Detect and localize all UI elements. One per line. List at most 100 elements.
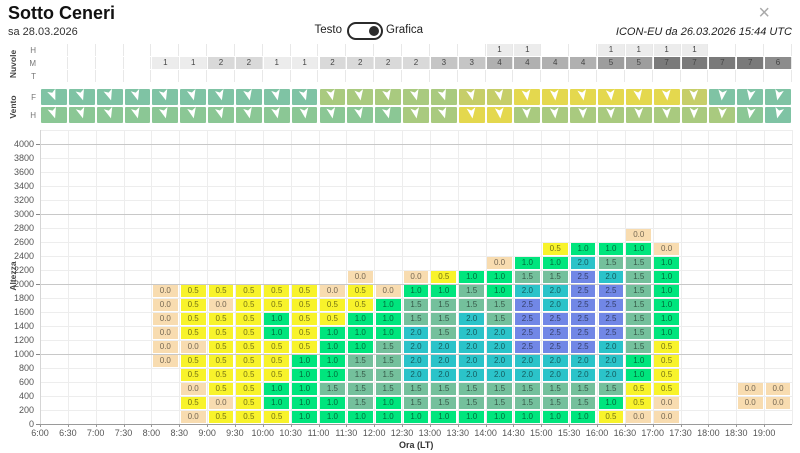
- wind-arrow-icon: [74, 105, 89, 125]
- cloud-cell-empty: [40, 57, 68, 69]
- thermal-cell: 1.5: [459, 397, 484, 409]
- y-tick-label: 3000: [0, 209, 34, 219]
- toggle-label-grafica[interactable]: Grafica: [386, 24, 423, 36]
- thermal-cell: 1.0: [543, 411, 568, 423]
- thermal-cell: 2.5: [571, 299, 596, 311]
- thermal-cell: 0.0: [654, 397, 679, 409]
- thermal-cell: 1.5: [543, 383, 568, 395]
- thermal-cell: 0.5: [181, 397, 206, 409]
- thermal-cell: 0.0: [376, 285, 401, 297]
- close-icon[interactable]: ×: [758, 4, 770, 22]
- cloud-cell: 1: [487, 44, 513, 56]
- cloud-cell-empty: [263, 70, 291, 82]
- y-tick-label: 2400: [0, 251, 34, 261]
- cloud-cell-empty: [374, 70, 402, 82]
- thermal-cell: 1.5: [404, 383, 429, 395]
- thermal-cell: 2.0: [459, 369, 484, 381]
- wind-arrow-cell: [598, 107, 624, 123]
- thermal-cell: 2.0: [459, 341, 484, 353]
- wind-arrow-cell: [570, 107, 596, 123]
- cloud-cell-empty: [541, 70, 569, 82]
- thermal-cell: 0.0: [153, 355, 178, 367]
- grid-vline: [96, 130, 97, 424]
- thermal-cell: 1.5: [404, 397, 429, 409]
- thermal-cell: 2.5: [515, 299, 540, 311]
- testo-grafica-toggle[interactable]: [347, 22, 383, 40]
- wind-arrow-cell: [69, 89, 95, 105]
- cloud-cell-empty: [486, 70, 514, 82]
- wind-arrow-cell: [765, 107, 791, 123]
- toggle-label-testo[interactable]: Testo: [300, 24, 342, 36]
- thermal-cell: 0.0: [209, 397, 234, 409]
- thermal-cell: 2.0: [404, 355, 429, 367]
- cloud-cell-empty: [207, 70, 235, 82]
- thermal-cell: 0.5: [292, 313, 317, 325]
- wind-arrow-cell: [709, 107, 735, 123]
- thermal-cell: 1.5: [376, 369, 401, 381]
- cloud-cell: 4: [487, 57, 513, 69]
- cloud-cell-empty: [430, 70, 458, 82]
- wind-arrow-icon: [605, 88, 617, 107]
- cloud-cell-empty: [653, 70, 681, 82]
- wind-arrow-icon: [744, 87, 757, 106]
- thermal-cell: 2.5: [599, 327, 624, 339]
- wind-arrow-cell: [69, 107, 95, 123]
- cloud-cell-empty: [124, 57, 152, 69]
- cloud-cell-empty: [541, 44, 569, 56]
- wind-arrow-cell: [180, 89, 206, 105]
- wind-arrow-icon: [632, 87, 645, 106]
- thermal-cell: 1.5: [626, 271, 651, 283]
- grid-vline: [792, 130, 793, 424]
- wind-arrow-icon: [521, 87, 533, 106]
- grid-hline: [40, 242, 792, 243]
- cloud-cell-empty: [513, 70, 541, 82]
- x-tick-mark: [653, 424, 654, 427]
- wind-arrow-cell: [320, 107, 346, 123]
- thermal-cell: 1.5: [487, 299, 512, 311]
- thermal-cell: 1.5: [431, 327, 456, 339]
- y-tick-label: 2000: [0, 279, 34, 289]
- thermal-cell: 1.0: [654, 299, 679, 311]
- thermal-cell: 1.5: [599, 383, 624, 395]
- wind-arrow-icon: [409, 105, 422, 124]
- thermal-cell: 0.5: [292, 341, 317, 353]
- thermal-cell: 2.0: [599, 355, 624, 367]
- thermal-cell: 2.0: [459, 313, 484, 325]
- thermal-cell: 0.5: [264, 285, 289, 297]
- thermal-cell: 1.0: [431, 285, 456, 297]
- wind-arrow-cell: [709, 89, 735, 105]
- wind-arrow-cell: [626, 107, 652, 123]
- cloud-cell-empty: [569, 44, 597, 56]
- thermal-cell: 2.0: [487, 327, 512, 339]
- thermal-cell: 1.0: [654, 313, 679, 325]
- thermal-cell: 1.0: [264, 313, 289, 325]
- x-tick-mark: [569, 424, 570, 427]
- wind-arrow-icon: [270, 87, 284, 107]
- thermal-cell: 2.0: [487, 369, 512, 381]
- thermal-cell: 1.5: [515, 397, 540, 409]
- wind-arrow-cell: [264, 107, 290, 123]
- thermal-cell: 1.0: [348, 327, 373, 339]
- cloud-cell-empty: [263, 44, 291, 56]
- thermal-cell: 1.0: [348, 411, 373, 423]
- thermal-cell: 1.5: [543, 397, 568, 409]
- wind-arrow-icon: [771, 87, 785, 107]
- cloud-cell-empty: [40, 70, 68, 82]
- wind-arrow-icon: [771, 105, 785, 125]
- x-tick-mark: [68, 424, 69, 427]
- thermal-cell: 0.5: [543, 243, 568, 255]
- wind-arrow-icon: [298, 105, 310, 124]
- thermal-cell: 0.5: [181, 313, 206, 325]
- wind-section-label: Vento: [8, 77, 18, 137]
- wind-arrow-icon: [326, 105, 339, 124]
- wind-arrow-icon: [549, 106, 561, 125]
- cloud-cell-empty: [124, 44, 152, 56]
- wind-arrow-icon: [158, 87, 173, 107]
- thermal-cell: 0.0: [209, 299, 234, 311]
- x-tick-mark: [96, 424, 97, 427]
- thermal-cell: 1.0: [348, 341, 373, 353]
- thermal-cell: 0.0: [320, 285, 345, 297]
- cloud-cell: 4: [570, 57, 596, 69]
- thermal-cell: 2.0: [543, 299, 568, 311]
- thermal-cell: 2.0: [431, 355, 456, 367]
